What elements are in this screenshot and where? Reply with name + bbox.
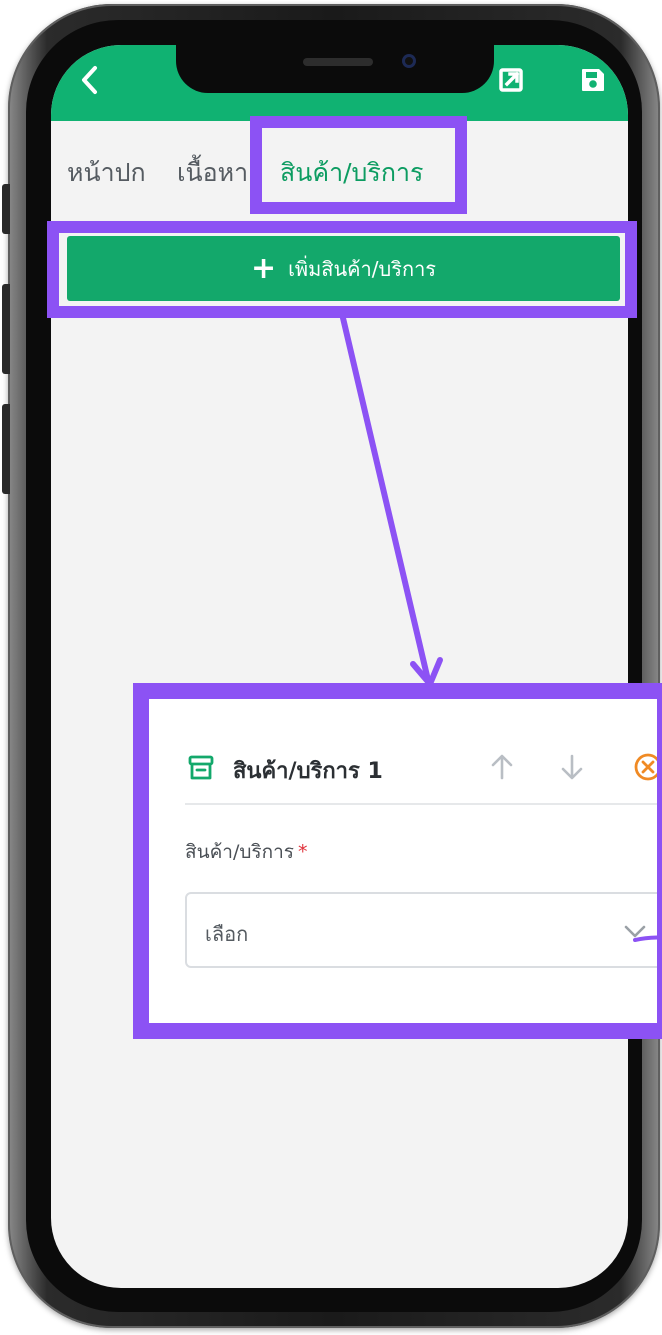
phone-side-button <box>2 284 10 374</box>
card-divider <box>185 803 657 805</box>
chevron-left-icon <box>82 66 97 94</box>
floppy-disk-icon <box>582 69 604 91</box>
move-down-button[interactable] <box>559 753 585 785</box>
tab-content[interactable]: เนื้อหา <box>177 153 248 193</box>
move-up-button[interactable] <box>489 753 515 785</box>
product-service-select[interactable]: เลือก <box>185 892 657 968</box>
arrow-up-icon <box>491 754 513 780</box>
add-product-service-label: เพิ่มสินค้า/บริการ <box>288 256 437 281</box>
product-service-field-label: สินค้า/บริการ * <box>185 837 308 867</box>
circle-x-icon <box>634 753 657 781</box>
tab-cover[interactable]: หน้าปก <box>67 153 146 193</box>
save-button[interactable] <box>576 63 610 97</box>
select-placeholder: เลือก <box>205 922 249 946</box>
app-screen: หน้าปก เนื้อหา สินค้า/บริการ + เพิ่มสินค… <box>51 45 628 1288</box>
tab-products-services[interactable]: สินค้า/บริการ <box>280 153 423 193</box>
external-link-icon <box>499 68 523 92</box>
camera-lens <box>402 54 416 68</box>
phone-notch <box>176 45 494 93</box>
archive-box-icon <box>188 755 214 780</box>
field-label-text: สินค้า/บริการ <box>185 841 295 863</box>
remove-card-button[interactable] <box>633 752 657 786</box>
arrow-down-icon <box>561 754 583 780</box>
tab-bar: หน้าปก เนื้อหา สินค้า/บริการ <box>51 121 628 211</box>
back-button[interactable] <box>73 63 107 97</box>
add-product-service-button[interactable]: + เพิ่มสินค้า/บริการ <box>67 236 620 301</box>
card-title: สินค้า/บริการ 1 <box>233 759 383 784</box>
phone-side-button <box>2 404 10 494</box>
plus-icon: + <box>250 250 277 286</box>
open-external-button[interactable] <box>494 63 528 97</box>
required-asterisk: * <box>298 841 308 863</box>
phone-side-button <box>2 184 10 234</box>
annotation-stroke <box>633 935 657 942</box>
speaker-grille <box>303 58 373 66</box>
product-service-card-zoom: สินค้า/บริการ 1 สินค้า/บริการ * เลือก <box>133 683 662 1039</box>
